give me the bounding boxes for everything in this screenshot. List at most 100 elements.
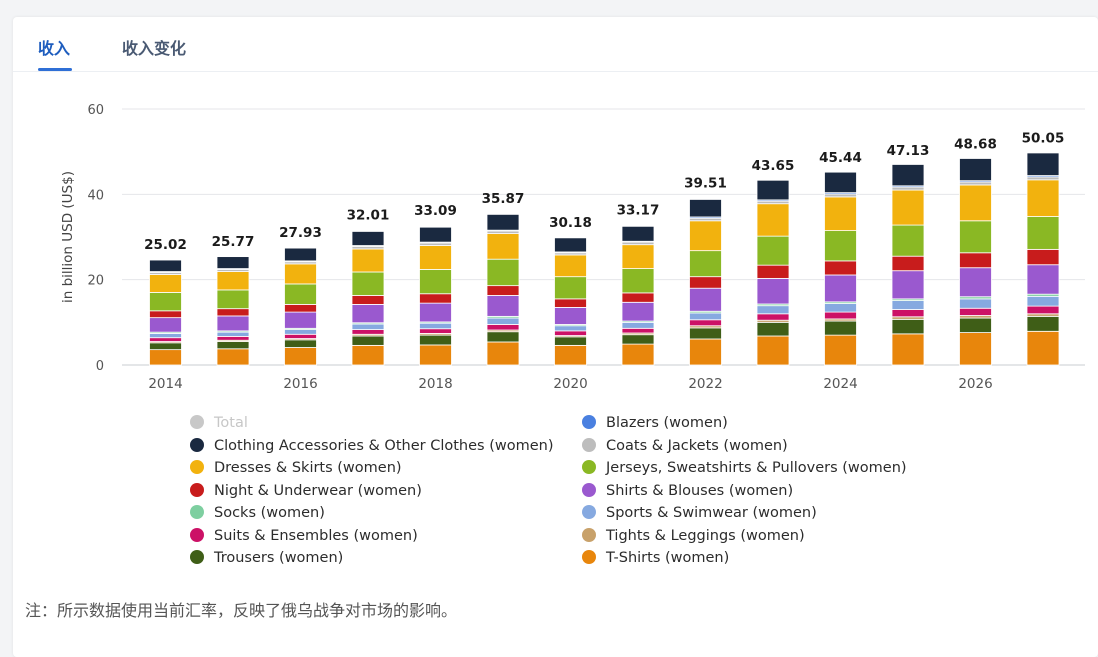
bar-segment[interactable] bbox=[689, 327, 722, 340]
bar-segment[interactable] bbox=[419, 334, 452, 346]
bar-segment[interactable] bbox=[351, 329, 385, 335]
bar-segment[interactable] bbox=[284, 247, 317, 262]
bar-segment[interactable] bbox=[216, 348, 250, 366]
bar-segment[interactable] bbox=[486, 295, 520, 317]
bar-segment[interactable] bbox=[216, 289, 250, 310]
bar-segment[interactable] bbox=[554, 325, 587, 332]
bar-segment[interactable] bbox=[824, 311, 857, 320]
bar-segment[interactable] bbox=[891, 186, 925, 191]
bar-segment[interactable] bbox=[149, 317, 182, 333]
bar-segment[interactable] bbox=[959, 158, 992, 182]
bar-segment[interactable] bbox=[824, 230, 857, 262]
bar-segment[interactable] bbox=[554, 298, 587, 308]
bar-segment[interactable] bbox=[621, 225, 655, 242]
bar-segment[interactable] bbox=[756, 335, 790, 366]
bar-segment[interactable] bbox=[486, 317, 520, 325]
bar-segment[interactable] bbox=[756, 264, 790, 279]
bar-segment[interactable] bbox=[554, 237, 587, 253]
legend-item[interactable]: Shirts & Blouses (women) bbox=[582, 482, 793, 503]
bar-segment[interactable] bbox=[216, 308, 250, 317]
bar-segment[interactable] bbox=[959, 332, 992, 366]
bar-segment[interactable] bbox=[689, 199, 722, 218]
bar-segment[interactable] bbox=[554, 330, 587, 336]
bar-segment[interactable] bbox=[1026, 264, 1060, 295]
bar-segment[interactable] bbox=[419, 302, 452, 323]
bar-segment[interactable] bbox=[824, 274, 857, 303]
bar-segment[interactable] bbox=[351, 271, 385, 296]
legend-item[interactable]: Dresses & Skirts (women) bbox=[190, 460, 402, 480]
bar-segment[interactable] bbox=[351, 323, 385, 330]
bar-segment[interactable] bbox=[554, 306, 587, 325]
bar-segment[interactable] bbox=[621, 268, 655, 294]
bar-segment[interactable] bbox=[689, 338, 722, 366]
bar-segment[interactable] bbox=[351, 295, 385, 305]
bar-segment[interactable] bbox=[621, 334, 655, 345]
bar-segment[interactable] bbox=[1026, 152, 1060, 176]
bar-segment[interactable] bbox=[824, 193, 857, 198]
bar-segment[interactable] bbox=[959, 184, 992, 222]
bar-segment[interactable] bbox=[351, 344, 385, 366]
bar-segment[interactable] bbox=[284, 263, 317, 285]
bar-segment[interactable] bbox=[959, 298, 992, 309]
bar-segment[interactable] bbox=[959, 307, 992, 316]
bar-segment[interactable] bbox=[891, 224, 925, 257]
legend-item[interactable]: T-Shirts (women) bbox=[582, 550, 729, 570]
bar-segment[interactable] bbox=[149, 349, 182, 366]
bar-segment[interactable] bbox=[621, 244, 655, 269]
bar-segment[interactable] bbox=[351, 231, 385, 246]
legend-item[interactable]: Jerseys, Sweatshirts & Pullovers (women) bbox=[582, 460, 907, 480]
bar-segment[interactable] bbox=[824, 303, 857, 313]
bar-segment[interactable] bbox=[554, 276, 587, 300]
bar-segment[interactable] bbox=[959, 252, 992, 269]
bar-segment[interactable] bbox=[284, 333, 317, 339]
legend-item[interactable]: Clothing Accessories & Other Clothes (wo… bbox=[190, 437, 553, 458]
bar-segment[interactable] bbox=[891, 318, 925, 335]
bar-segment[interactable] bbox=[284, 311, 317, 329]
bar-segment[interactable] bbox=[149, 310, 182, 319]
bar-segment[interactable] bbox=[756, 203, 790, 237]
bar-segment[interactable] bbox=[216, 256, 250, 269]
bar-segment[interactable] bbox=[419, 293, 452, 304]
bar-segment[interactable] bbox=[1026, 330, 1060, 366]
legend-item[interactable]: Coats & Jackets (women) bbox=[582, 437, 788, 458]
bar-segment[interactable] bbox=[351, 248, 385, 273]
bar-segment[interactable] bbox=[824, 334, 857, 366]
bar-segment[interactable] bbox=[1026, 176, 1060, 181]
bar-segment[interactable] bbox=[216, 331, 250, 337]
legend-item[interactable]: Night & Underwear (women) bbox=[190, 482, 422, 503]
bar-segment[interactable] bbox=[891, 270, 925, 300]
bar-segment[interactable] bbox=[284, 283, 317, 305]
bar-segment[interactable] bbox=[284, 304, 317, 313]
bar-segment[interactable] bbox=[891, 309, 925, 318]
bar-segment[interactable] bbox=[1026, 179, 1060, 217]
bar-segment[interactable] bbox=[419, 344, 452, 366]
bar-segment[interactable] bbox=[621, 292, 655, 303]
bar-segment[interactable] bbox=[621, 301, 655, 322]
bar-segment[interactable] bbox=[216, 336, 250, 341]
bar-segment[interactable] bbox=[216, 271, 250, 291]
bar-segment[interactable] bbox=[419, 269, 452, 295]
bar-segment[interactable] bbox=[689, 220, 722, 252]
bar-segment[interactable] bbox=[756, 321, 790, 337]
bar-segment[interactable] bbox=[959, 267, 992, 298]
bar-segment[interactable] bbox=[756, 305, 790, 315]
bar-segment[interactable] bbox=[891, 333, 925, 366]
bar-segment[interactable] bbox=[351, 335, 385, 346]
bar-segment[interactable] bbox=[689, 319, 722, 327]
bar-segment[interactable] bbox=[621, 343, 655, 366]
legend-item[interactable]: Tights & Leggings (women) bbox=[582, 527, 805, 548]
bar-segment[interactable] bbox=[1026, 305, 1060, 315]
bar-segment[interactable] bbox=[284, 329, 317, 335]
bar-segment[interactable] bbox=[891, 189, 925, 226]
legend-item[interactable]: Sports & Swimwear (women) bbox=[582, 505, 817, 525]
bar-segment[interactable] bbox=[756, 313, 790, 321]
bar-segment[interactable] bbox=[689, 250, 722, 278]
legend-item[interactable]: Blazers (women) bbox=[582, 415, 728, 435]
legend-item[interactable]: Socks (women) bbox=[190, 505, 325, 525]
legend-item[interactable]: Total bbox=[190, 415, 248, 435]
bar-segment[interactable] bbox=[824, 320, 857, 336]
bar-segment[interactable] bbox=[756, 277, 790, 305]
legend-item[interactable]: Trousers (women) bbox=[190, 550, 343, 570]
bar-segment[interactable] bbox=[554, 344, 587, 366]
bar-segment[interactable] bbox=[1026, 216, 1060, 250]
